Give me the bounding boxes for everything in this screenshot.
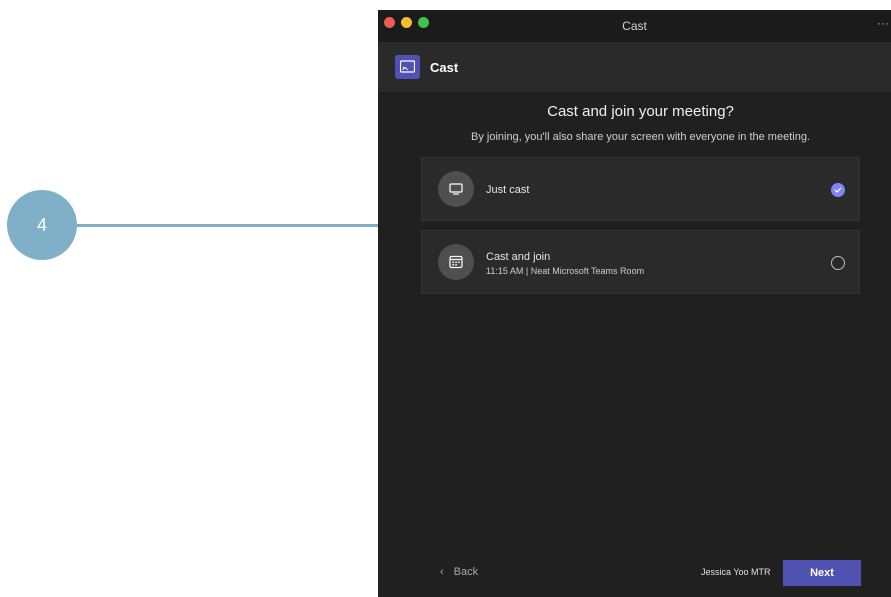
- user-name: Jessica Yoo MTR: [701, 567, 771, 577]
- app-title: Cast: [430, 60, 459, 75]
- page-title: Cast and join your meeting?: [547, 103, 734, 120]
- option-cast-and-join[interactable]: Cast and join 11:15 AM | Neat Microsoft …: [421, 230, 860, 294]
- option-label: Just cast: [486, 184, 530, 196]
- app-bar: Cast: [378, 42, 891, 92]
- cast-window: Cast ··· Cast Cast and join your meeting…: [378, 10, 891, 597]
- option-label: Cast and join: [486, 251, 551, 263]
- radio-unchecked-icon[interactable]: [831, 256, 845, 270]
- cast-icon: [395, 55, 420, 79]
- back-label: Back: [453, 566, 479, 578]
- option-just-cast[interactable]: Just cast: [421, 157, 860, 221]
- back-button[interactable]: ‹ Back: [440, 566, 478, 578]
- title-bar: Cast ···: [378, 10, 891, 42]
- monitor-icon: [438, 171, 474, 207]
- callout-badge: 4: [7, 190, 77, 260]
- calendar-icon: [438, 244, 474, 280]
- window-title: Cast: [622, 19, 647, 33]
- callout-number: 4: [36, 214, 47, 235]
- radio-checked-icon[interactable]: [831, 183, 845, 197]
- page-subtitle: By joining, you'll also share your scree…: [470, 131, 810, 143]
- next-button[interactable]: Next: [783, 560, 861, 586]
- chevron-left-icon: ‹: [440, 566, 444, 578]
- callout-line: [76, 224, 422, 227]
- more-icon[interactable]: ···: [877, 16, 889, 30]
- option-sublabel: 11:15 AM | Neat Microsoft Teams Room: [486, 266, 645, 276]
